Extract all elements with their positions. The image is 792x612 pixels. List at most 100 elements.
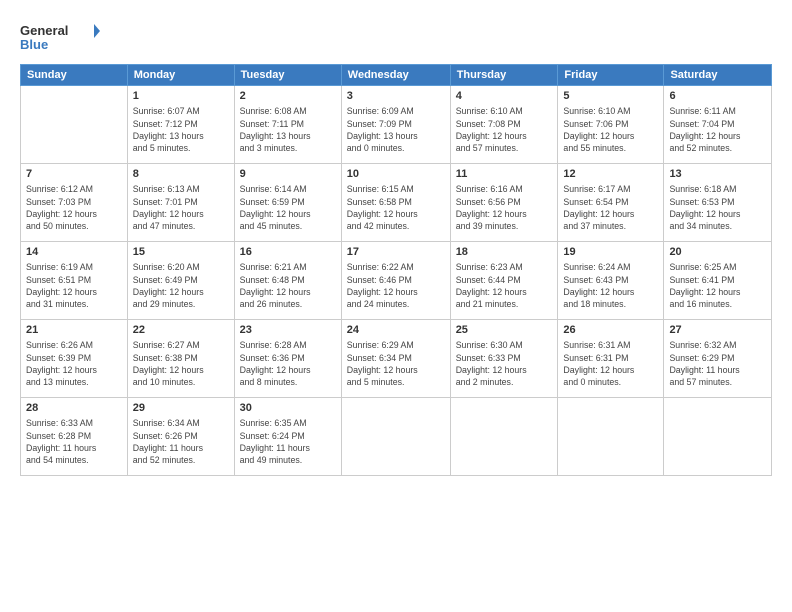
weekday-header-row: SundayMondayTuesdayWednesdayThursdayFrid…	[21, 65, 772, 86]
calendar-table: SundayMondayTuesdayWednesdayThursdayFrid…	[20, 64, 772, 476]
calendar-cell: 12Sunrise: 6:17 AM Sunset: 6:54 PM Dayli…	[558, 164, 664, 242]
calendar-cell	[21, 86, 128, 164]
week-row-2: 7Sunrise: 6:12 AM Sunset: 7:03 PM Daylig…	[21, 164, 772, 242]
day-number: 27	[669, 323, 766, 338]
day-info: Sunrise: 6:12 AM Sunset: 7:03 PM Dayligh…	[26, 183, 122, 232]
day-number: 5	[563, 89, 658, 104]
calendar-cell: 2Sunrise: 6:08 AM Sunset: 7:11 PM Daylig…	[234, 86, 341, 164]
svg-text:Blue: Blue	[20, 37, 48, 52]
calendar-cell	[558, 398, 664, 476]
day-number: 1	[133, 89, 229, 104]
day-info: Sunrise: 6:16 AM Sunset: 6:56 PM Dayligh…	[456, 183, 553, 232]
day-info: Sunrise: 6:31 AM Sunset: 6:31 PM Dayligh…	[563, 339, 658, 388]
day-info: Sunrise: 6:32 AM Sunset: 6:29 PM Dayligh…	[669, 339, 766, 388]
calendar-cell: 15Sunrise: 6:20 AM Sunset: 6:49 PM Dayli…	[127, 242, 234, 320]
weekday-header-monday: Monday	[127, 65, 234, 86]
calendar-cell: 20Sunrise: 6:25 AM Sunset: 6:41 PM Dayli…	[664, 242, 772, 320]
day-number: 26	[563, 323, 658, 338]
calendar-cell: 24Sunrise: 6:29 AM Sunset: 6:34 PM Dayli…	[341, 320, 450, 398]
day-info: Sunrise: 6:29 AM Sunset: 6:34 PM Dayligh…	[347, 339, 445, 388]
day-info: Sunrise: 6:11 AM Sunset: 7:04 PM Dayligh…	[669, 105, 766, 154]
calendar-cell: 9Sunrise: 6:14 AM Sunset: 6:59 PM Daylig…	[234, 164, 341, 242]
day-info: Sunrise: 6:22 AM Sunset: 6:46 PM Dayligh…	[347, 261, 445, 310]
day-info: Sunrise: 6:23 AM Sunset: 6:44 PM Dayligh…	[456, 261, 553, 310]
day-number: 25	[456, 323, 553, 338]
day-number: 12	[563, 167, 658, 182]
day-number: 13	[669, 167, 766, 182]
day-info: Sunrise: 6:14 AM Sunset: 6:59 PM Dayligh…	[240, 183, 336, 232]
calendar-cell: 17Sunrise: 6:22 AM Sunset: 6:46 PM Dayli…	[341, 242, 450, 320]
day-info: Sunrise: 6:08 AM Sunset: 7:11 PM Dayligh…	[240, 105, 336, 154]
calendar-cell: 25Sunrise: 6:30 AM Sunset: 6:33 PM Dayli…	[450, 320, 558, 398]
day-info: Sunrise: 6:26 AM Sunset: 6:39 PM Dayligh…	[26, 339, 122, 388]
calendar-cell: 14Sunrise: 6:19 AM Sunset: 6:51 PM Dayli…	[21, 242, 128, 320]
week-row-3: 14Sunrise: 6:19 AM Sunset: 6:51 PM Dayli…	[21, 242, 772, 320]
week-row-1: 1Sunrise: 6:07 AM Sunset: 7:12 PM Daylig…	[21, 86, 772, 164]
weekday-header-saturday: Saturday	[664, 65, 772, 86]
day-number: 19	[563, 245, 658, 260]
day-info: Sunrise: 6:17 AM Sunset: 6:54 PM Dayligh…	[563, 183, 658, 232]
day-info: Sunrise: 6:25 AM Sunset: 6:41 PM Dayligh…	[669, 261, 766, 310]
day-number: 8	[133, 167, 229, 182]
day-info: Sunrise: 6:07 AM Sunset: 7:12 PM Dayligh…	[133, 105, 229, 154]
day-info: Sunrise: 6:24 AM Sunset: 6:43 PM Dayligh…	[563, 261, 658, 310]
week-row-5: 28Sunrise: 6:33 AM Sunset: 6:28 PM Dayli…	[21, 398, 772, 476]
day-number: 28	[26, 401, 122, 416]
day-number: 3	[347, 89, 445, 104]
day-number: 22	[133, 323, 229, 338]
weekday-header-wednesday: Wednesday	[341, 65, 450, 86]
calendar-cell: 16Sunrise: 6:21 AM Sunset: 6:48 PM Dayli…	[234, 242, 341, 320]
calendar-cell: 29Sunrise: 6:34 AM Sunset: 6:26 PM Dayli…	[127, 398, 234, 476]
day-number: 29	[133, 401, 229, 416]
day-info: Sunrise: 6:35 AM Sunset: 6:24 PM Dayligh…	[240, 417, 336, 466]
calendar-cell: 27Sunrise: 6:32 AM Sunset: 6:29 PM Dayli…	[664, 320, 772, 398]
calendar-cell: 1Sunrise: 6:07 AM Sunset: 7:12 PM Daylig…	[127, 86, 234, 164]
calendar-cell: 7Sunrise: 6:12 AM Sunset: 7:03 PM Daylig…	[21, 164, 128, 242]
day-number: 24	[347, 323, 445, 338]
day-number: 10	[347, 167, 445, 182]
day-number: 21	[26, 323, 122, 338]
day-info: Sunrise: 6:18 AM Sunset: 6:53 PM Dayligh…	[669, 183, 766, 232]
weekday-header-sunday: Sunday	[21, 65, 128, 86]
day-number: 20	[669, 245, 766, 260]
day-number: 7	[26, 167, 122, 182]
day-number: 14	[26, 245, 122, 260]
day-info: Sunrise: 6:13 AM Sunset: 7:01 PM Dayligh…	[133, 183, 229, 232]
day-number: 18	[456, 245, 553, 260]
svg-text:General: General	[20, 23, 68, 38]
calendar-cell: 3Sunrise: 6:09 AM Sunset: 7:09 PM Daylig…	[341, 86, 450, 164]
calendar-cell	[341, 398, 450, 476]
page: General Blue SundayMondayTuesdayWednesda…	[0, 0, 792, 612]
calendar-cell: 21Sunrise: 6:26 AM Sunset: 6:39 PM Dayli…	[21, 320, 128, 398]
day-info: Sunrise: 6:21 AM Sunset: 6:48 PM Dayligh…	[240, 261, 336, 310]
calendar-cell: 10Sunrise: 6:15 AM Sunset: 6:58 PM Dayli…	[341, 164, 450, 242]
weekday-header-friday: Friday	[558, 65, 664, 86]
day-info: Sunrise: 6:30 AM Sunset: 6:33 PM Dayligh…	[456, 339, 553, 388]
day-number: 15	[133, 245, 229, 260]
day-number: 11	[456, 167, 553, 182]
calendar-cell: 30Sunrise: 6:35 AM Sunset: 6:24 PM Dayli…	[234, 398, 341, 476]
calendar-cell: 11Sunrise: 6:16 AM Sunset: 6:56 PM Dayli…	[450, 164, 558, 242]
day-number: 2	[240, 89, 336, 104]
day-info: Sunrise: 6:27 AM Sunset: 6:38 PM Dayligh…	[133, 339, 229, 388]
calendar-cell: 6Sunrise: 6:11 AM Sunset: 7:04 PM Daylig…	[664, 86, 772, 164]
day-info: Sunrise: 6:19 AM Sunset: 6:51 PM Dayligh…	[26, 261, 122, 310]
logo-svg: General Blue	[20, 18, 100, 54]
week-row-4: 21Sunrise: 6:26 AM Sunset: 6:39 PM Dayli…	[21, 320, 772, 398]
calendar-cell: 4Sunrise: 6:10 AM Sunset: 7:08 PM Daylig…	[450, 86, 558, 164]
calendar-cell	[450, 398, 558, 476]
day-info: Sunrise: 6:10 AM Sunset: 7:06 PM Dayligh…	[563, 105, 658, 154]
calendar-cell: 8Sunrise: 6:13 AM Sunset: 7:01 PM Daylig…	[127, 164, 234, 242]
day-info: Sunrise: 6:20 AM Sunset: 6:49 PM Dayligh…	[133, 261, 229, 310]
day-number: 30	[240, 401, 336, 416]
calendar-cell: 18Sunrise: 6:23 AM Sunset: 6:44 PM Dayli…	[450, 242, 558, 320]
calendar-cell: 28Sunrise: 6:33 AM Sunset: 6:28 PM Dayli…	[21, 398, 128, 476]
day-info: Sunrise: 6:33 AM Sunset: 6:28 PM Dayligh…	[26, 417, 122, 466]
calendar-cell: 26Sunrise: 6:31 AM Sunset: 6:31 PM Dayli…	[558, 320, 664, 398]
day-number: 23	[240, 323, 336, 338]
day-number: 9	[240, 167, 336, 182]
calendar-cell: 19Sunrise: 6:24 AM Sunset: 6:43 PM Dayli…	[558, 242, 664, 320]
day-info: Sunrise: 6:09 AM Sunset: 7:09 PM Dayligh…	[347, 105, 445, 154]
day-info: Sunrise: 6:10 AM Sunset: 7:08 PM Dayligh…	[456, 105, 553, 154]
header: General Blue	[20, 18, 772, 54]
